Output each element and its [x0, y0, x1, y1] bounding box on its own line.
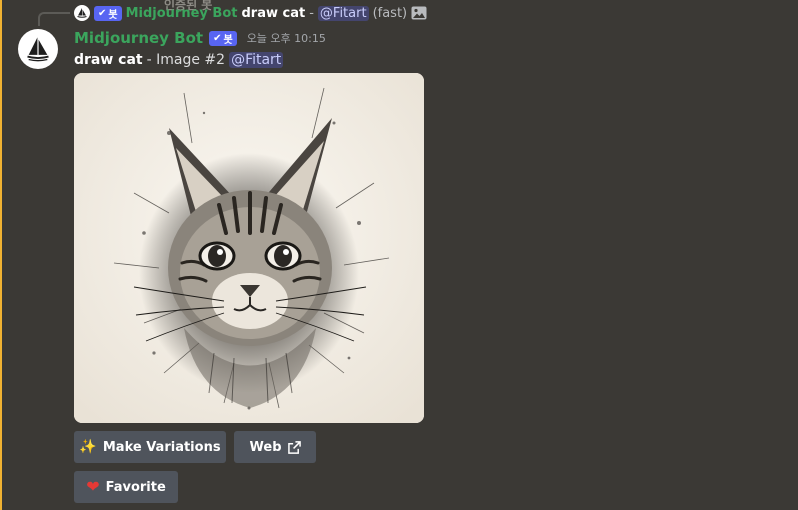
user-mention[interactable]: @Fitart [229, 52, 284, 68]
reply-bot-tag: ✔ 봇 [94, 5, 122, 21]
image-icon[interactable] [411, 6, 427, 20]
sailboat-icon [77, 8, 87, 18]
bot-tag: ✔ 봇 [209, 30, 237, 46]
highlight-bar [0, 0, 2, 510]
message-header: Midjourney Bot ✔ 봇 오늘 오후 10:15 [74, 28, 326, 48]
heart-icon: ❤ [86, 477, 100, 496]
check-icon: ✔ [213, 32, 222, 44]
reply-spine [38, 12, 70, 26]
reply-mention[interactable]: @Fitart [317, 5, 369, 21]
author-avatar[interactable] [18, 29, 58, 69]
make-variations-button[interactable]: ✨ Make Variations [74, 431, 226, 463]
favorite-button[interactable]: ❤ Favorite [74, 471, 178, 503]
sailboat-icon [27, 37, 49, 62]
check-icon: ✔ [98, 7, 107, 19]
web-label: Web [249, 439, 282, 455]
timestamp: 오늘 오후 10:15 [246, 32, 326, 45]
message-content: draw cat - Image #2 @Fitart [74, 50, 284, 70]
sparkles-icon: ✨ [79, 439, 97, 455]
reply-speed: (fast) [372, 5, 408, 21]
external-link-icon [287, 440, 301, 454]
favorite-label: Favorite [105, 479, 166, 495]
make-variations-label: Make Variations [102, 439, 221, 455]
generated-image[interactable] [74, 73, 424, 423]
reply-command: draw cat [241, 5, 306, 21]
prompt-text: draw cat [74, 52, 143, 68]
reply-reference[interactable]: ✔ 봇 Midjourney Bot draw cat - @Fitart (f… [74, 4, 427, 22]
author-name[interactable]: Midjourney Bot [74, 29, 203, 47]
reply-avatar[interactable] [74, 5, 90, 21]
cat-sketch-illustration [74, 73, 424, 423]
reply-separator: - [309, 5, 314, 21]
web-button[interactable]: Web [234, 431, 316, 463]
image-number: - Image #2 [146, 52, 226, 68]
reply-author[interactable]: Midjourney Bot [126, 6, 238, 21]
